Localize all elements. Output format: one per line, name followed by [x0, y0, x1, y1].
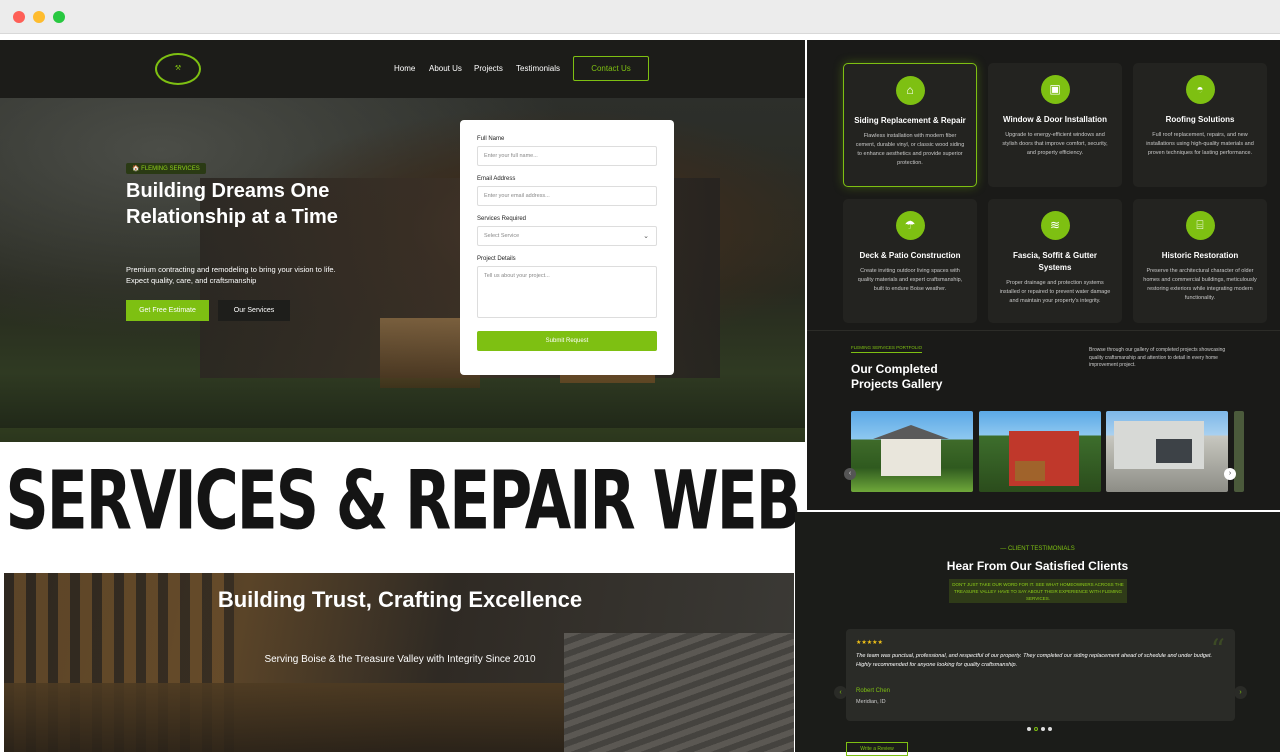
service-title: Fascia, Soffit & Gutter Systems [1012, 251, 1097, 272]
house-icon: ⌂ [895, 76, 925, 105]
gallery-next-icon[interactable]: › [1224, 468, 1236, 480]
review-text: The team was punctual, professional, and… [856, 653, 1213, 668]
water-icon: ≋ [1040, 211, 1070, 240]
showcase-canvas: ⚒ Home About Us Projects Testimonials Co… [0, 34, 1280, 756]
email-label: Email Address [477, 176, 516, 182]
testimonials-section: — CLIENT TESTIMONIALS Hear From Our Sati… [795, 512, 1280, 756]
hero-subtitle: Premium contracting and remodeling to br… [126, 265, 336, 285]
service-title: Siding Replacement & Repair [854, 116, 966, 125]
nav-about[interactable]: About Us [429, 64, 462, 73]
service-text: Create inviting outdoor living spaces wi… [857, 268, 963, 292]
full-name-input[interactable]: Enter your full name... [477, 146, 657, 166]
landmark-icon: ⌸ [1185, 211, 1215, 240]
submit-request-button[interactable]: Submit Request [477, 331, 657, 351]
hero-background-image [0, 98, 805, 442]
hero-section: ⚒ Home About Us Projects Testimonials Co… [0, 40, 805, 442]
hero-badge-label: FLEMING SERVICES [141, 166, 200, 172]
estimate-form: Full Name Enter your full name... Email … [460, 120, 674, 375]
water-reflection [4, 683, 564, 752]
window-icon: ▣ [1040, 75, 1070, 104]
reviewer-name: Robert Chen [856, 688, 891, 694]
gallery-photo[interactable] [1106, 411, 1228, 492]
divider [807, 330, 1280, 331]
hero-headline: Building Dreams One Relationship at a Ti… [126, 180, 338, 228]
our-services-button[interactable]: Our Services [218, 300, 290, 321]
contact-us-button[interactable]: Contact Us [573, 56, 649, 81]
pagination-dot[interactable] [1027, 727, 1031, 731]
gallery-prev-icon[interactable]: ‹ [844, 468, 856, 480]
service-card-windows[interactable]: ▣ Window & Door Installation Upgrade to … [988, 63, 1122, 187]
roof-shape [873, 425, 949, 439]
get-estimate-button[interactable]: Get Free Estimate [126, 300, 209, 321]
chevron-down-icon: ⌄ [643, 233, 649, 240]
testimonials-title: Hear From Our Satisfied Clients [946, 559, 1129, 573]
reviewer-location: Meridian, ID [856, 699, 886, 705]
gallery-photo[interactable] [1234, 411, 1244, 492]
service-card-siding[interactable]: ⌂ Siding Replacement & Repair Flawless i… [843, 63, 977, 187]
nav-projects[interactable]: Projects [474, 64, 503, 73]
testimonials-tag: — CLIENT TESTIMONIALS [1000, 546, 1075, 552]
lawn [0, 428, 805, 442]
pagination-dot-active[interactable] [1034, 727, 1038, 731]
service-text: Proper drainage and protection systems i… [999, 280, 1111, 304]
review-next-icon[interactable]: › [1234, 686, 1247, 699]
portfolio-description: Browse through our gallery of completed … [1089, 347, 1226, 368]
browser-toolbar [0, 0, 1280, 34]
service-title: Historic Restoration [1161, 251, 1239, 260]
garage-door [1156, 439, 1192, 463]
garage-door [1015, 461, 1045, 481]
pagination-dot[interactable] [1041, 727, 1045, 731]
testimonials-subtitle: DON'T JUST TAKE OUR WORD FOR IT. SEE WHA… [949, 579, 1127, 603]
details-textarea[interactable]: Tell us about your project... [477, 266, 657, 318]
service-text: Upgrade to energy-efficient windows and … [1002, 132, 1108, 156]
service-title: Deck & Patio Construction [859, 251, 961, 260]
minimize-window-icon[interactable] [33, 11, 45, 23]
details-label: Project Details [477, 256, 516, 262]
close-window-icon[interactable] [13, 11, 25, 23]
review-prev-icon[interactable]: ‹ [834, 686, 847, 699]
email-input[interactable]: Enter your email address... [477, 186, 657, 206]
full-name-label: Full Name [477, 136, 505, 142]
portfolio-tag: FLEMING SERVICES PORTFOLIO [851, 345, 923, 353]
service-title: Roofing Solutions [1165, 115, 1235, 124]
maximize-window-icon[interactable] [53, 11, 65, 23]
service-card-historic[interactable]: ⌸ Historic Restoration Preserve the arch… [1133, 199, 1267, 323]
services-section: ⌂ Siding Replacement & Repair Flawless i… [807, 40, 1280, 510]
showcase-title: SERVICES & REPAIR WEB [5, 454, 802, 549]
service-card-deck[interactable]: ☂ Deck & Patio Construction Create invit… [843, 199, 977, 323]
quote-icon: “ [1210, 633, 1225, 666]
trust-subtitle: Serving Boise & the Treasure Valley with… [264, 654, 536, 665]
helmet-icon: ◓ [1185, 75, 1215, 104]
service-text: Full roof replacement, repairs, and new … [1146, 132, 1254, 156]
service-text: Flawless installation with modern fiber … [855, 133, 965, 166]
umbrella-icon: ☂ [895, 211, 925, 240]
gallery-photo[interactable] [979, 411, 1101, 492]
top-navbar: ⚒ Home About Us Projects Testimonials Co… [0, 40, 805, 98]
pagination-dot[interactable] [1048, 727, 1052, 731]
gallery-photo[interactable] [851, 411, 973, 492]
service-card-roofing[interactable]: ◓ Roofing Solutions Full roof replacemen… [1133, 63, 1267, 187]
review-card: ★★★★★ The team was punctual, professiona… [846, 629, 1235, 721]
rating-stars: ★★★★★ [856, 640, 883, 646]
portfolio-title: Our Completed Projects Gallery [851, 362, 943, 391]
service-text: Preserve the architectural character of … [1143, 268, 1257, 301]
house-shape [881, 436, 941, 476]
service-card-gutters[interactable]: ≋ Fascia, Soffit & Gutter Systems Proper… [988, 199, 1122, 323]
company-logo[interactable]: ⚒ [155, 53, 201, 85]
service-select[interactable]: Select Service ⌄ [477, 226, 657, 246]
service-label: Services Required [477, 216, 527, 222]
testimonials-tag-label: CLIENT TESTIMONIALS [1007, 546, 1075, 552]
write-review-button[interactable]: Write a Review [846, 742, 908, 756]
hero-badge: 🏠 FLEMING SERVICES [126, 163, 206, 174]
nav-testimonials[interactable]: Testimonials [516, 64, 560, 73]
nav-home[interactable]: Home [394, 64, 415, 73]
service-title: Window & Door Installation [1003, 115, 1107, 124]
service-select-value: Select Service [484, 233, 520, 239]
trust-title: Building Trust, Crafting Excellence [217, 587, 583, 612]
steps-photo [564, 633, 794, 752]
